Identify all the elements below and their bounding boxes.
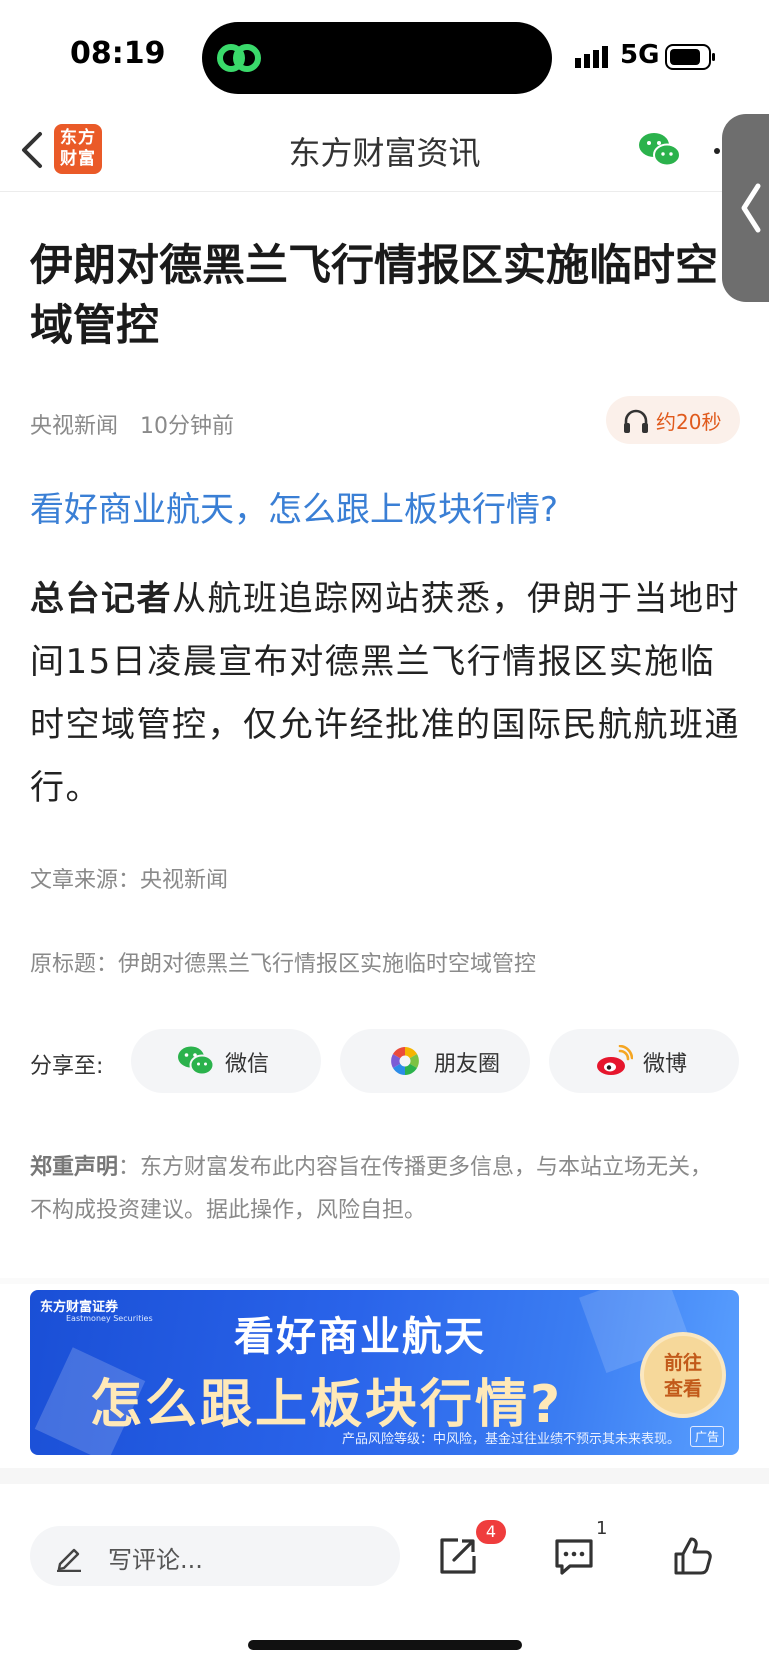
section-divider <box>0 1278 769 1284</box>
share-icon[interactable] <box>436 1534 480 1578</box>
like-icon[interactable] <box>670 1534 714 1578</box>
comment-count: 1 <box>596 1518 608 1539</box>
headphones-icon <box>624 409 648 433</box>
wechat-icon[interactable] <box>638 130 682 170</box>
wechat-icon <box>178 1046 215 1076</box>
article-body: 总台记者从航班追踪网站获悉，伊朗于当地时间15日凌晨宣布对德黑兰飞行情报区实施临… <box>30 568 742 820</box>
status-bar: 08:19 5G <box>0 0 769 110</box>
weibo-icon <box>597 1045 633 1075</box>
article-time: 10分钟前 <box>140 414 235 439</box>
article-meta: 央视新闻 10分钟前 <box>30 408 234 440</box>
ad-tag: 广告 <box>690 1426 725 1447</box>
share-weibo-label: 微博 <box>643 1052 688 1077</box>
comment-icon[interactable] <box>552 1534 596 1578</box>
share-moments-label: 朋友圈 <box>434 1052 501 1077</box>
article-headline: 伊朗对德黑兰飞行情报区实施临时空域管控 <box>30 241 718 351</box>
status-time: 08:19 <box>70 36 166 71</box>
disclaimer: 郑重声明：东方财富发布此内容旨在传播更多信息，与本站立场无关，不构成投资建议。据… <box>30 1146 730 1232</box>
ad-subheadline: 怎么跟上板块行情? <box>90 1375 564 1435</box>
listen-duration: 约20秒 <box>656 410 722 434</box>
more-icon[interactable] <box>714 148 720 154</box>
article-source: 央视新闻 <box>30 414 119 439</box>
nav-bar: 东方 财富 东方财富资讯 <box>0 110 769 192</box>
ad-cta-line2: 查看 <box>663 1378 702 1400</box>
disclaimer-text: ：东方财富发布此内容旨在传播更多信息，与本站立场无关，不构成投资建议。据此操作，… <box>30 1155 713 1223</box>
share-weibo-button[interactable]: 微博 <box>549 1029 739 1093</box>
share-label: 分享至: <box>30 1054 104 1079</box>
share-wechat-button[interactable]: 微信 <box>131 1029 321 1093</box>
comment-input[interactable]: 写评论... <box>30 1526 400 1586</box>
network-label: 5G <box>620 40 660 70</box>
ad-cta-line1: 前往 <box>663 1352 702 1374</box>
link-icon <box>217 44 261 72</box>
ad-risk-notice: 产品风险等级：中风险，基金过往业绩不预示其未来表现。 <box>342 1432 681 1447</box>
signal-icon <box>575 46 608 68</box>
home-indicator <box>248 1640 522 1650</box>
ad-cta-button[interactable]: 前往 查看 <box>640 1332 726 1418</box>
chevron-left-icon <box>741 183 761 233</box>
disclaimer-lead: 郑重声明 <box>30 1155 119 1180</box>
ad-banner[interactable]: 东方财富证券 Eastmoney Securities 看好商业航天 怎么跟上板… <box>30 1290 739 1455</box>
pen-icon <box>57 1548 81 1572</box>
promo-link[interactable]: 看好商业航天，怎么跟上板块行情? <box>30 482 558 531</box>
section-divider <box>0 1468 769 1484</box>
share-moments-button[interactable]: 朋友圈 <box>340 1029 530 1093</box>
comment-placeholder: 写评论... <box>108 1546 203 1574</box>
listen-button[interactable]: 约20秒 <box>606 396 740 444</box>
original-title: 原标题：伊朗对德黑兰飞行情报区实施临时空域管控 <box>30 952 537 977</box>
ad-headline: 看好商业航天 <box>234 1314 486 1360</box>
battery-icon <box>665 44 715 70</box>
article-source-line: 文章来源：央视新闻 <box>30 868 229 893</box>
share-count-badge: 4 <box>476 1520 506 1544</box>
body-lead: 总台记者 <box>30 579 172 619</box>
share-wechat-label: 微信 <box>225 1052 270 1077</box>
moments-icon <box>391 1047 419 1075</box>
